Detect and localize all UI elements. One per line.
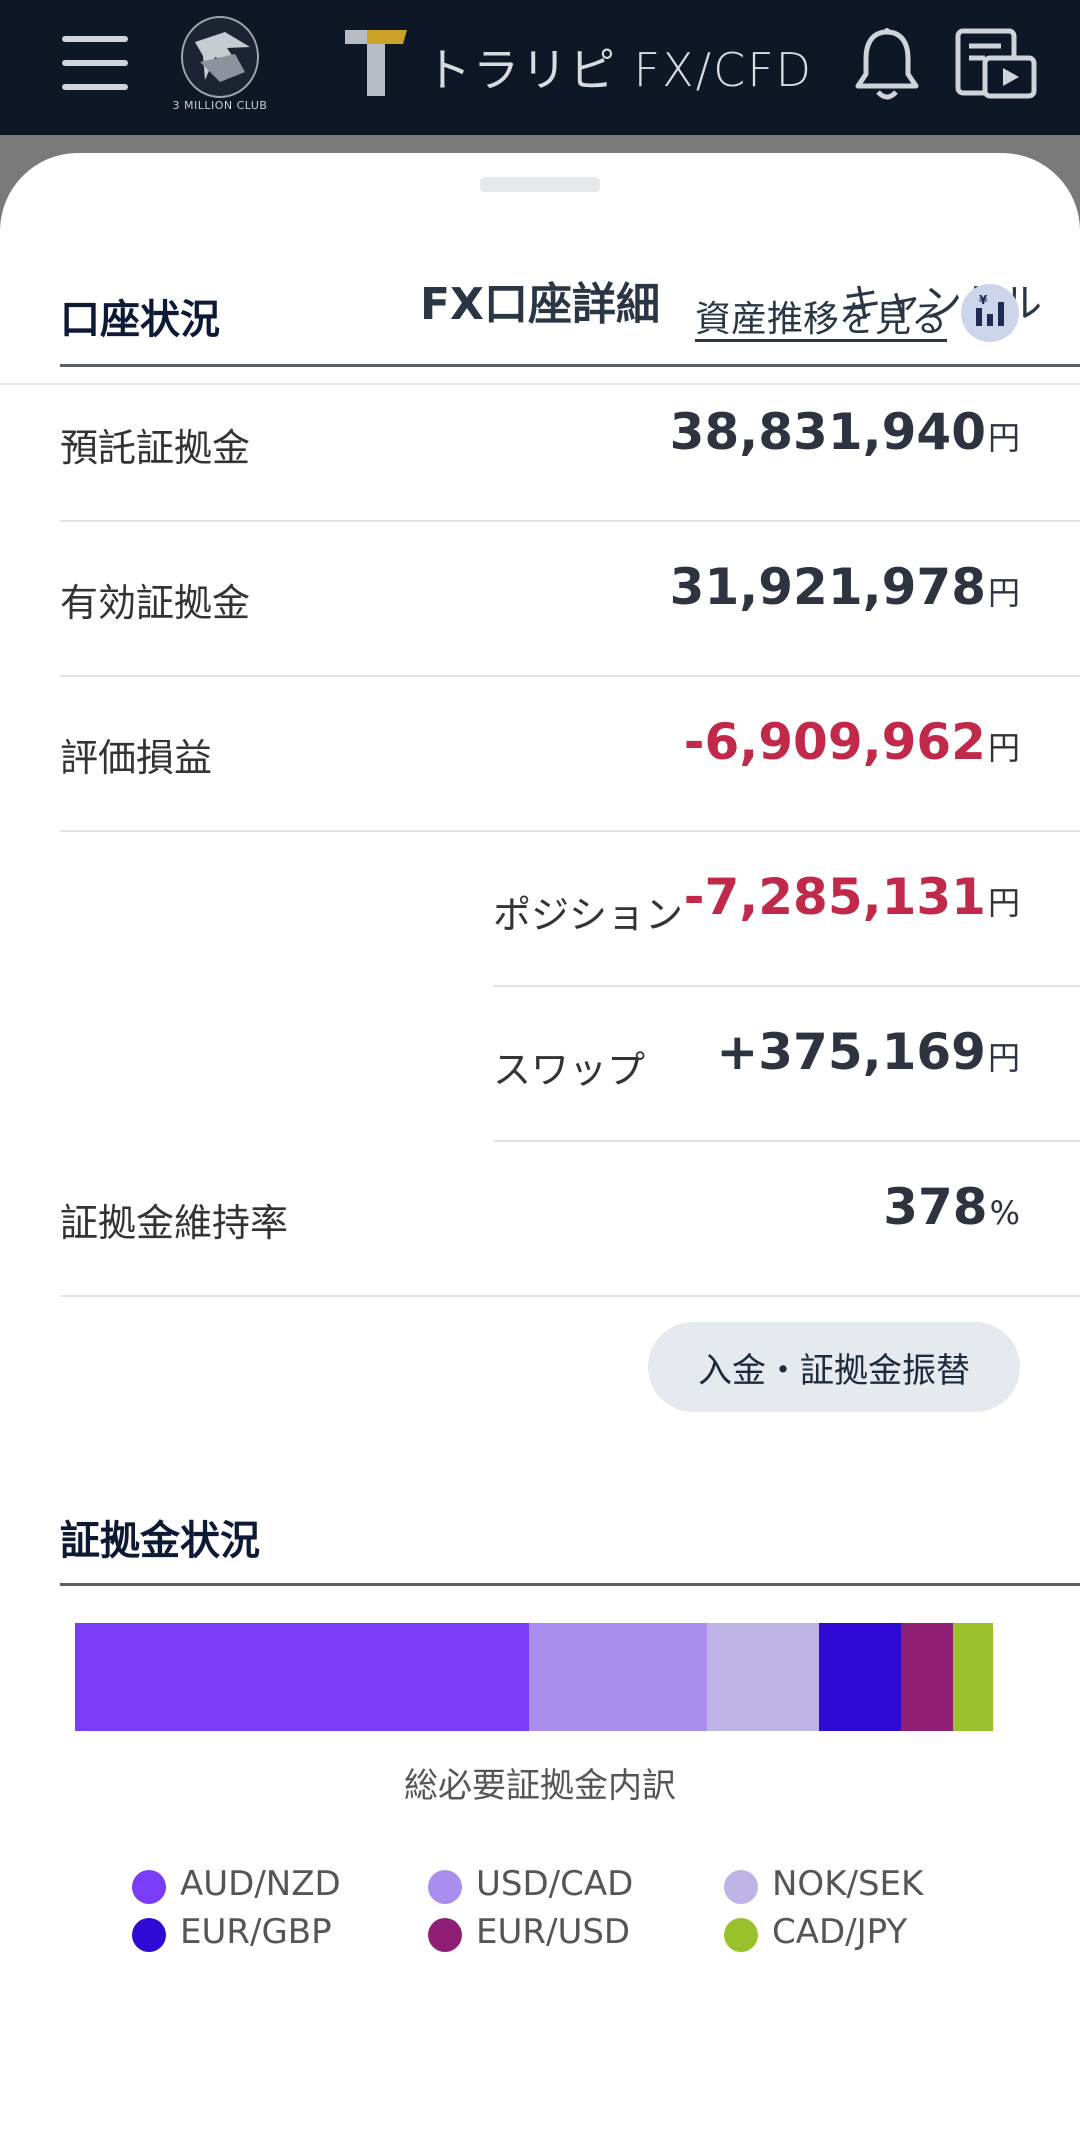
position-pl-row: ポジション -7,285,131円 bbox=[493, 832, 1080, 986]
legend-color-dot bbox=[132, 1870, 166, 1904]
brand-logo-icon bbox=[345, 30, 407, 96]
legend-label: EUR/USD bbox=[476, 1912, 631, 1952]
legend-color-dot bbox=[428, 1918, 462, 1952]
legend-label: USD/CAD bbox=[476, 1864, 634, 1904]
swap-row: スワップ +375,169円 bbox=[493, 987, 1080, 1141]
row-label: ポジション bbox=[493, 893, 684, 937]
brand-name: トラリピ FX/CFD bbox=[425, 43, 814, 97]
deposit-transfer-button[interactable]: 入金・証拠金振替 bbox=[648, 1322, 1020, 1412]
row-value: -7,285,131円 bbox=[683, 868, 1020, 926]
row-value: 38,831,940円 bbox=[669, 403, 1020, 461]
legend-color-dot bbox=[428, 1870, 462, 1904]
unrealized-pl-row: 評価損益 -6,909,962円 bbox=[60, 677, 1080, 831]
row-divider bbox=[60, 1295, 1080, 1297]
row-label: 証拠金維持率 bbox=[60, 1201, 289, 1245]
account-detail-sheet: FX口座詳細 キャンセル 口座状況 資産推移を見る ¥ 預託証拠金 38,831… bbox=[0, 153, 1080, 2129]
legend-color-dot bbox=[724, 1870, 758, 1904]
video-news-icon[interactable] bbox=[955, 28, 1037, 100]
top-navigation-bar: 3 MILLION CLUB トラリピ FX/CFD bbox=[0, 0, 1080, 135]
row-label: スワップ bbox=[493, 1048, 646, 1092]
margin-status-title: 証拠金状況 bbox=[60, 1518, 260, 1564]
maintenance-ratio-row: 証拠金維持率 378% bbox=[60, 1142, 1080, 1296]
section-divider bbox=[60, 1583, 1080, 1586]
margin-bar-segment bbox=[901, 1623, 954, 1731]
legend-color-dot bbox=[132, 1918, 166, 1952]
effective-margin-row: 有効証拠金 31,921,978円 bbox=[60, 522, 1080, 676]
svg-text:¥: ¥ bbox=[979, 293, 988, 307]
club-caption: 3 MILLION CLUB bbox=[172, 99, 268, 112]
account-status-title: 口座状況 bbox=[60, 297, 220, 343]
row-label: 評価損益 bbox=[60, 736, 213, 780]
row-value: 378% bbox=[883, 1178, 1020, 1236]
margin-breakdown-bar bbox=[75, 1623, 993, 1731]
row-value: 31,921,978円 bbox=[669, 558, 1020, 616]
legend-label: NOK/SEK bbox=[772, 1864, 924, 1904]
margin-bar-segment bbox=[953, 1623, 993, 1731]
margin-bar-segment bbox=[707, 1623, 820, 1731]
hamburger-menu-icon[interactable] bbox=[62, 36, 128, 90]
asset-trend-link[interactable]: 資産推移を見る bbox=[695, 290, 947, 342]
asset-chart-icon[interactable]: ¥ bbox=[961, 284, 1019, 342]
row-value: +375,169円 bbox=[716, 1023, 1020, 1081]
sheet-drag-handle[interactable] bbox=[480, 177, 600, 192]
legend-label: AUD/NZD bbox=[180, 1864, 341, 1904]
legend-label: EUR/GBP bbox=[180, 1912, 332, 1952]
margin-bar-segment bbox=[75, 1623, 530, 1731]
notification-bell-icon[interactable] bbox=[852, 26, 922, 102]
row-value: -6,909,962円 bbox=[683, 713, 1020, 771]
margin-breakdown-caption: 総必要証拠金内訳 bbox=[404, 1766, 676, 1806]
margin-bar-segment bbox=[819, 1623, 902, 1731]
legend-color-dot bbox=[724, 1918, 758, 1952]
row-label: 預託証拠金 bbox=[60, 426, 251, 470]
margin-bar-segment bbox=[529, 1623, 708, 1731]
deposit-margin-row: 預託証拠金 38,831,940円 bbox=[60, 367, 1080, 521]
legend-label: CAD/JPY bbox=[772, 1912, 908, 1952]
row-label: 有効証拠金 bbox=[60, 581, 251, 625]
